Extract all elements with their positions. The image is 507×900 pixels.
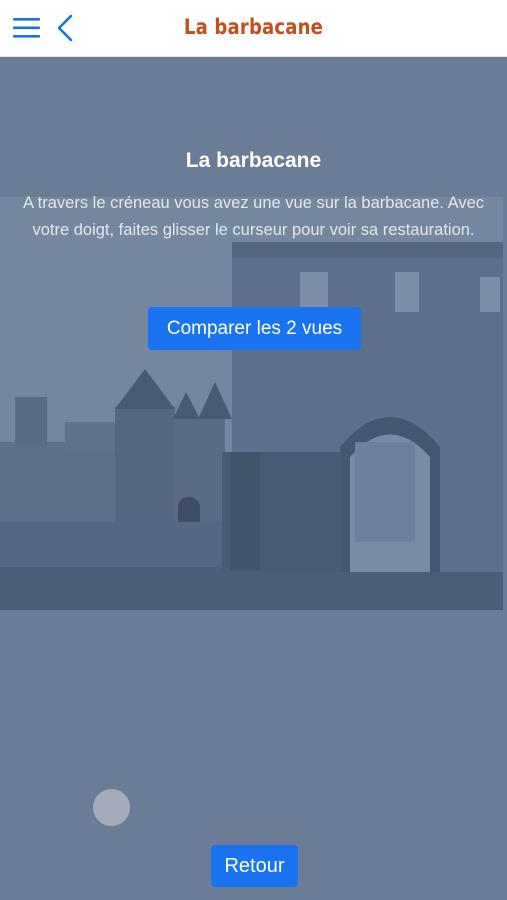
back-button[interactable]: Retour: [211, 845, 298, 887]
app-header: La barbacane: [0, 0, 507, 57]
content-title: La barbacane: [185, 149, 322, 172]
content-description: A travers le créneau vous avez une vue s…: [22, 194, 485, 239]
comparison-view: La barbacane A travers le créneau vous a…: [0, 57, 507, 900]
slider-handle[interactable]: [93, 789, 130, 826]
page-title: La barbacane: [183, 15, 324, 39]
barbacane-photo[interactable]: [0, 197, 503, 610]
compare-views-button[interactable]: Comparer les 2 vues: [148, 307, 361, 350]
